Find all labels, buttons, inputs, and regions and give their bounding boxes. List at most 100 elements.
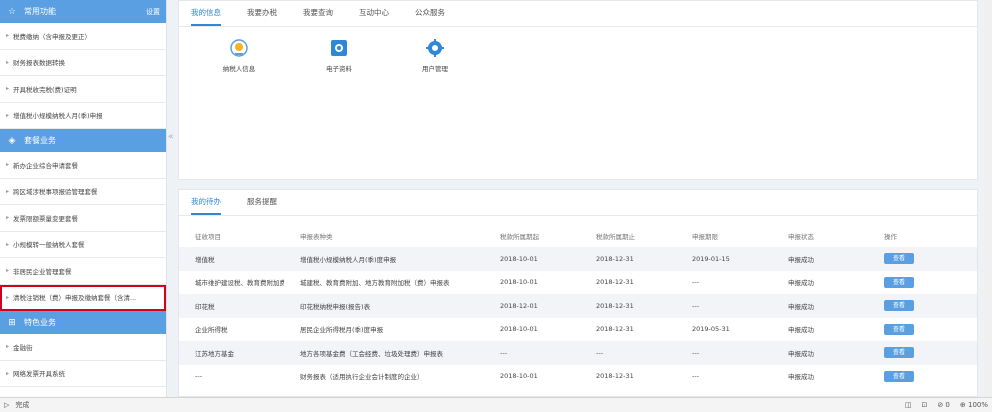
- sidebar-item[interactable]: ▸ 非居民企业管理套餐: [0, 258, 166, 285]
- sidebar-item-label: 金融街: [13, 343, 33, 352]
- sidebar-item[interactable]: ▸ 网络发票开具系统: [0, 361, 166, 387]
- sidebar-item[interactable]: ▸ 金融街: [0, 334, 166, 361]
- column-header: 税款所属期止: [596, 232, 635, 241]
- view-button[interactable]: 查看: [884, 370, 914, 382]
- column-header: 操作: [884, 232, 897, 241]
- table-cell: 2018-10-01: [500, 278, 538, 287]
- app-user-management[interactable]: 用户管理: [405, 39, 465, 73]
- view-button[interactable]: 查看: [884, 253, 914, 265]
- table-cell: 地方各项基金费（工会经费、垃圾处理费）申报表: [284, 341, 484, 365]
- sidebar-item[interactable]: ▸ 开具税收完税(费)证明: [0, 76, 166, 103]
- view-button[interactable]: 查看: [884, 347, 914, 359]
- collapse-sidebar-icon[interactable]: «: [168, 130, 176, 144]
- section-common-functions[interactable]: ☆ 常用功能 设置: [0, 0, 166, 23]
- table-cell: 申报成功: [772, 247, 868, 271]
- section-title: 套餐业务: [24, 136, 56, 145]
- block-count-value: 0: [945, 401, 950, 409]
- page-icon: ▷: [4, 401, 10, 409]
- table-cell: 2019-05-31: [692, 325, 730, 334]
- sidebar-item-label: 跨区域涉税事项报验管理套餐: [13, 188, 98, 197]
- table-cell: ---: [484, 341, 580, 365]
- action-cell: 查看: [868, 294, 977, 318]
- view-button[interactable]: 查看: [884, 300, 914, 312]
- tab-my-info[interactable]: 我的信息: [191, 0, 221, 26]
- zoom-control[interactable]: ⊕ 100%: [960, 401, 988, 409]
- app-taxpayer-info[interactable]: 纳税人信息: [209, 39, 269, 73]
- page-scrollbar[interactable]: [984, 0, 992, 397]
- sidebar-item[interactable]: ▸ 财务报表数据转换: [0, 50, 166, 76]
- table-cell: ---: [692, 372, 700, 381]
- table-cell: 申报成功: [772, 341, 868, 365]
- table-cell: ---: [195, 372, 203, 381]
- user-settings-icon: [426, 39, 444, 57]
- column-header: 税款所属期起: [500, 232, 539, 241]
- sidebar-item-label: 清税注销税（费）申报及缴纳套餐（含清...: [13, 294, 137, 303]
- table-cell: 增值税: [179, 247, 284, 271]
- sidebar-item[interactable]: ▸ 小规模转一般纳税人套餐: [0, 232, 166, 258]
- sidebar-item[interactable]: ▸ 增值税小规模纳税人月(季)申报: [0, 103, 166, 129]
- table-cell: 申报成功: [788, 326, 814, 335]
- table-cell: 2018-12-31: [580, 247, 676, 271]
- tab-do-tax[interactable]: 我要办税: [247, 0, 277, 26]
- sidebar-item-label: 新办企业综合申请套餐: [13, 161, 79, 170]
- table-cell: 2018-10-01: [500, 372, 538, 381]
- section-title: 特色业务: [24, 318, 56, 327]
- column-header: 申报状态: [788, 232, 814, 241]
- sidebar-item-label: 增值税小规模纳税人月(季)申报: [13, 112, 103, 121]
- tab-my-todo[interactable]: 我的待办: [191, 190, 221, 215]
- action-cell: 查看: [868, 271, 977, 295]
- lock-icon: ⊡: [921, 401, 928, 409]
- action-cell: 查看: [868, 341, 977, 365]
- table-cell: 居民企业所得税月(季)度申报: [300, 326, 384, 335]
- tab-service-reminder[interactable]: 服务提醒: [247, 190, 277, 215]
- column-header: 征收项目: [195, 232, 221, 241]
- table-cell: 增值税小规模纳税人月(季)度申报: [284, 247, 484, 271]
- star-icon: ☆: [7, 6, 17, 17]
- block-count[interactable]: ⊘ 0: [937, 401, 950, 409]
- action-cell: 查看: [868, 365, 977, 389]
- tab-query[interactable]: 我要查询: [303, 0, 333, 26]
- sidebar-item-label: 网络发票开具系统: [13, 370, 66, 379]
- my-info-panel: 我的信息 我要办税 我要查询 互动中心 公众服务 纳税人信息 电子资料 用户管理: [178, 0, 978, 180]
- view-button[interactable]: 查看: [884, 276, 914, 288]
- sidebar: ☆ 常用功能 设置 ▸ 税费缴纳（含申报及更正） ▸ 财务报表数据转换 ▸ 开具税收完…: [0, 0, 167, 397]
- table-cell: 2018-10-01: [484, 247, 580, 271]
- table-cell: ---: [676, 341, 772, 365]
- table-cell: ---: [580, 341, 676, 365]
- table-cell: 2018-12-01: [484, 294, 580, 318]
- sidebar-item-label: 税费缴纳（含申报及更正）: [13, 32, 92, 41]
- section-package-business[interactable]: ◈ 套餐业务: [0, 129, 166, 152]
- action-cell: 查看: [868, 247, 977, 271]
- app-label: 电子资料: [326, 65, 352, 73]
- section-special-business[interactable]: ⊞ 特色业务: [0, 311, 166, 334]
- table-cell: 2019-01-15: [676, 247, 772, 271]
- sidebar-item[interactable]: ▸ 跨区域涉税事项报验管理套餐: [0, 179, 166, 205]
- sidebar-item-highlighted[interactable]: ▸ 清税注销税（费）申报及缴纳套餐（含清...: [0, 284, 166, 311]
- table-cell: 申报成功: [772, 294, 868, 318]
- compat-icon[interactable]: ◫: [905, 401, 912, 409]
- sidebar-item-label: 开具税收完税(费)证明: [13, 85, 77, 94]
- sidebar-item[interactable]: ▸ 税费缴纳（含申报及更正）: [0, 23, 166, 50]
- table-cell: 2018-12-31: [580, 294, 676, 318]
- table-row: 企业所得税 居民企业所得税月(季)度申报 2018-10-01 2018-12-31 2…: [179, 318, 977, 342]
- tab-interaction[interactable]: 互动中心: [359, 0, 389, 26]
- table-cell: 印花税纳税申报(报告)表: [284, 294, 484, 318]
- table-header: 征收项目 申报表种类 税款所属期起 税款所属期止 申报期限 申报状态 操作: [179, 224, 977, 247]
- app-e-documents[interactable]: 电子资料: [309, 39, 369, 73]
- table-cell: 2018-12-31: [596, 325, 634, 334]
- table-cell: ---: [676, 294, 772, 318]
- sidebar-item[interactable]: ▸ 发票限额票量变更套餐: [0, 205, 166, 232]
- view-button[interactable]: 查看: [884, 323, 914, 335]
- sidebar-item-label: 小规模转一般纳税人套餐: [13, 241, 85, 250]
- layers-icon: ◈: [8, 135, 16, 146]
- app-label: 纳税人信息: [222, 65, 256, 73]
- table-row: --- 财务报表（适用执行企业会计制度的企业） 2018-10-01 2018-12-…: [179, 365, 977, 389]
- table-cell: 申报成功: [788, 279, 814, 288]
- status-bar: ▷ 完成 ◫ ⊡ ⊘ 0 ⊕ 100%: [0, 397, 992, 412]
- settings-link[interactable]: 设置: [146, 7, 160, 17]
- table-row: 印花税 印花税纳税申报(报告)表 2018-12-01 2018-12-31 --- 申报…: [179, 294, 977, 318]
- status-text: 完成: [15, 401, 30, 409]
- app-label: 用户管理: [422, 65, 448, 73]
- sidebar-item[interactable]: ▸ 新办企业综合申请套餐: [0, 152, 166, 179]
- tab-public-service[interactable]: 公众服务: [415, 0, 445, 26]
